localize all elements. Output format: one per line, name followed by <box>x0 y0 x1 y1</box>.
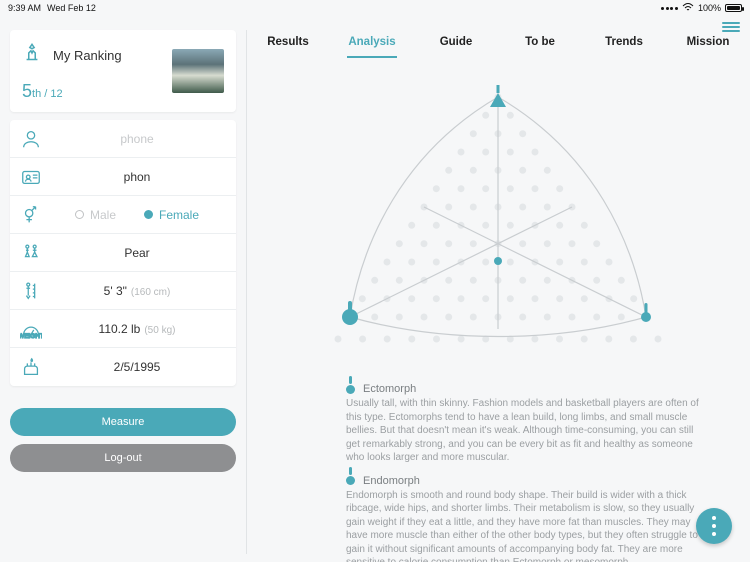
definitions: Ectomorph Usually tall, with thin skinny… <box>246 379 750 562</box>
more-fab[interactable] <box>696 508 732 544</box>
height-icon <box>16 280 46 302</box>
ectomorph-text: Usually tall, with thin skinny. Fashion … <box>346 397 702 465</box>
gender-female[interactable]: Female <box>144 208 199 222</box>
gender-male[interactable]: Male <box>75 208 116 222</box>
endomorph-text: Endomorph is smooth and round body shape… <box>346 489 702 562</box>
id-card-icon <box>16 166 46 188</box>
ranking-title: My Ranking <box>53 48 122 63</box>
logout-button[interactable]: Log-out <box>10 444 236 472</box>
ranking-thumbnail <box>172 49 224 93</box>
row-bodytype[interactable]: Pear <box>10 234 236 272</box>
row-height[interactable]: 5' 3"(160 cm) <box>10 272 236 310</box>
row-phone[interactable]: phone <box>10 120 236 158</box>
def-endomorph: Endomorph Endomorph is smooth and round … <box>346 475 702 562</box>
row-weight[interactable]: WEIGHT 110.2 lb(50 kg) <box>10 310 236 348</box>
weight-value: 110.2 lb(50 kg) <box>46 322 228 336</box>
tab-guide[interactable]: Guide <box>414 28 498 58</box>
row-name[interactable]: phon <box>10 158 236 196</box>
status-time: 9:39 AM <box>8 3 41 13</box>
wifi-icon <box>682 3 694 14</box>
battery-icon <box>725 4 742 12</box>
ectomorph-icon <box>346 385 355 394</box>
ranking-icon <box>19 40 45 71</box>
dob-value: 2/5/1995 <box>46 360 228 374</box>
gender-icon <box>16 204 46 226</box>
tab-tobe[interactable]: To be <box>498 28 582 58</box>
cellular-icon <box>661 7 678 10</box>
height-value: 5' 3"(160 cm) <box>46 284 228 298</box>
def-ectomorph: Ectomorph Usually tall, with thin skinny… <box>346 383 702 465</box>
weight-icon: WEIGHT <box>16 318 46 340</box>
profile-card: phone phon Male Female Pear 5' 3"(160 cm… <box>10 120 236 386</box>
tab-mission[interactable]: Mission <box>666 28 750 58</box>
row-gender[interactable]: Male Female <box>10 196 236 234</box>
main: Results Analysis Guide To be Trends Miss… <box>246 16 750 562</box>
tabs: Results Analysis Guide To be Trends Miss… <box>246 20 750 59</box>
svg-text:WEIGHT: WEIGHT <box>20 333 42 340</box>
sidebar: My Ranking 5th / 12 phone phon Male <box>0 16 246 562</box>
person-icon <box>16 128 46 150</box>
status-bar: 9:39 AM Wed Feb 12 100% <box>0 0 750 16</box>
ranking-card[interactable]: My Ranking 5th / 12 <box>10 30 236 112</box>
bodytype-value: Pear <box>46 246 228 260</box>
battery-pct: 100% <box>698 3 721 13</box>
tab-results[interactable]: Results <box>246 28 330 58</box>
ternary-chart <box>246 59 750 379</box>
ectomorph-label: Ectomorph <box>363 383 416 395</box>
tab-trends[interactable]: Trends <box>582 28 666 58</box>
bodytype-icon <box>16 242 46 264</box>
name-value: phon <box>46 170 228 184</box>
endomorph-icon <box>346 476 355 485</box>
tab-analysis[interactable]: Analysis <box>330 28 414 58</box>
birthday-icon <box>16 356 46 378</box>
phone-placeholder: phone <box>46 132 228 146</box>
ranking-value: 5th / 12 <box>22 81 122 102</box>
endomorph-label: Endomorph <box>363 475 420 487</box>
status-date: Wed Feb 12 <box>47 3 96 13</box>
measure-button[interactable]: Measure <box>10 408 236 436</box>
row-dob[interactable]: 2/5/1995 <box>10 348 236 386</box>
